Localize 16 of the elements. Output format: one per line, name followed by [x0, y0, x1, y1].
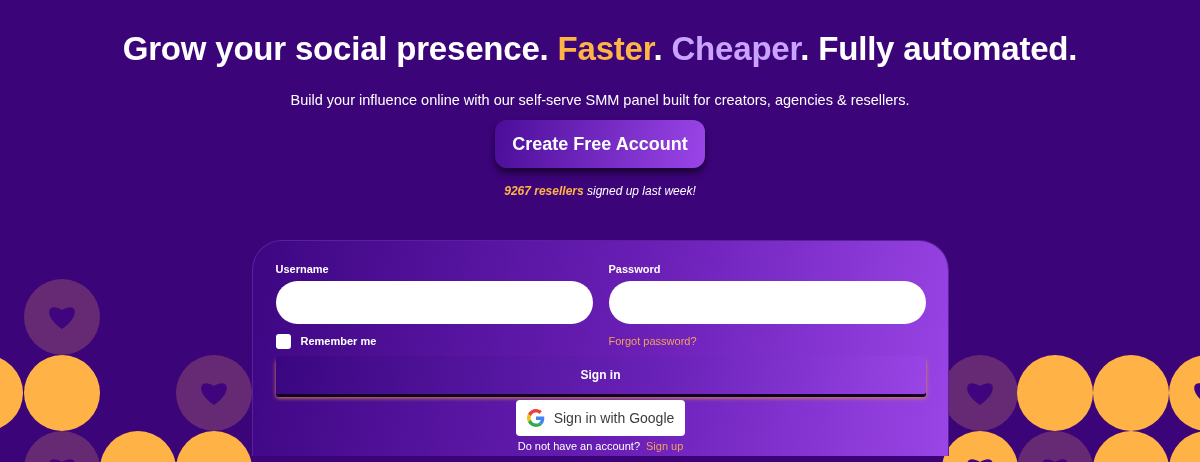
- no-account-text: Do not have an account?: [517, 440, 640, 452]
- subtitle: Build your influence online with our self-serve SMM panel built for creators, agencies & resellers.: [290, 92, 910, 108]
- username-field[interactable]: [275, 281, 593, 324]
- sign-in-button[interactable]: Sign in: [275, 356, 926, 394]
- google-sign-in-button[interactable]: Sign in with Google: [515, 400, 686, 436]
- signup-count-text: 9267 resellers signed up last week!: [504, 184, 696, 198]
- password-field[interactable]: [608, 281, 926, 324]
- create-account-button[interactable]: Create Free Account: [495, 120, 705, 168]
- password-label: Password: [608, 263, 662, 275]
- google-icon: [526, 409, 545, 427]
- remember-checkbox[interactable]: [275, 333, 291, 349]
- forgot-password-link[interactable]: Forgot password?: [608, 335, 697, 347]
- headline: Grow your social presence. Faster. Cheaper. Fully automated.: [122, 30, 1078, 68]
- sign-up-link[interactable]: Sign up: [646, 440, 684, 452]
- username-label: Username: [275, 263, 330, 275]
- remember-label: Remember me: [300, 335, 377, 347]
